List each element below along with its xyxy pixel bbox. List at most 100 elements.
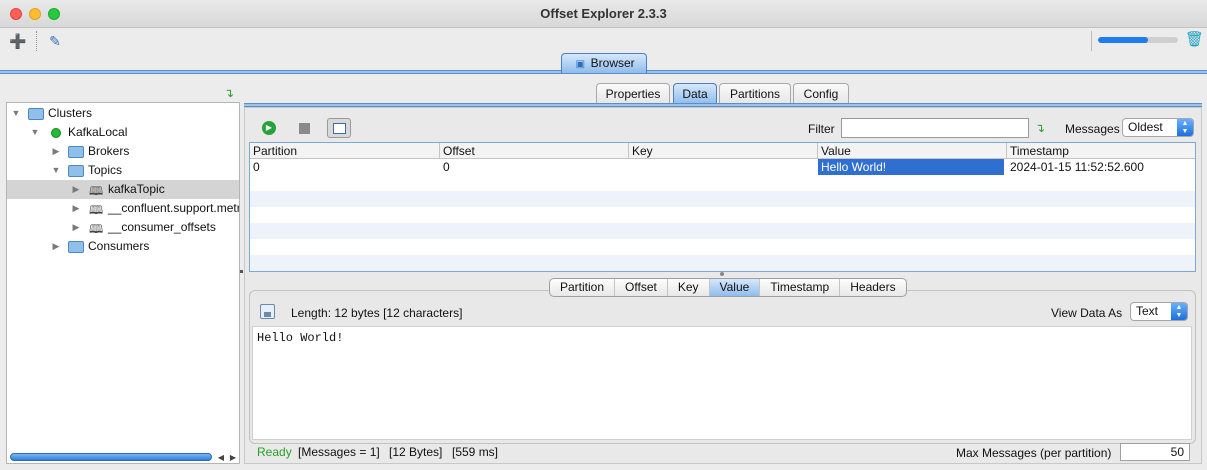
folder-icon <box>68 146 84 158</box>
cell-value: Hello World! <box>818 159 1004 175</box>
tree-item-confluent-support-metrics[interactable]: ▶ 🕮 __confluent.support.metrics <box>7 199 239 218</box>
play-icon[interactable]: ▶ <box>262 121 276 135</box>
empty-row <box>250 255 1195 271</box>
detail-tab-value[interactable]: Value <box>709 279 761 296</box>
collapse-arrow-icon[interactable]: ▶ <box>71 180 81 199</box>
column-header-value[interactable]: Value <box>818 143 1007 159</box>
max-messages-label: Max Messages (per partition) <box>956 446 1112 460</box>
status-bytes: [12 Bytes] <box>389 445 443 459</box>
tab-partitions[interactable]: Partitions <box>719 83 791 104</box>
messages-label: Messages <box>1065 122 1120 136</box>
tree-horizontal-scrollbar[interactable] <box>10 453 212 461</box>
tab-properties[interactable]: Properties <box>596 83 670 104</box>
tree-item-kafkalocal[interactable]: ▼ KafkaLocal <box>7 123 239 142</box>
apply-filter-icon[interactable]: ↴ <box>1035 121 1045 135</box>
column-header-key[interactable]: Key <box>629 143 818 159</box>
tree-item-label: __consumer_offsets <box>108 220 216 234</box>
tab-browser[interactable]: ▣ Browser <box>561 53 647 73</box>
detail-tab-offset[interactable]: Offset <box>615 279 668 296</box>
tree-item-label: Brokers <box>88 144 130 158</box>
tree-item-consumer-offsets[interactable]: ▶ 🕮 __consumer_offsets <box>7 218 239 237</box>
stop-icon[interactable] <box>299 123 310 134</box>
add-connection-icon[interactable]: ➕ <box>8 32 28 50</box>
splitter-grip-icon <box>720 272 724 276</box>
tree-item-label: Consumers <box>88 239 150 253</box>
folder-icon <box>68 241 84 253</box>
progress-bar <box>1098 37 1178 43</box>
tab-data[interactable]: Data <box>673 83 717 104</box>
status-time: [559 ms] <box>452 445 499 459</box>
status-messages: [Messages = 1] <box>298 445 380 459</box>
table-detail-splitter[interactable] <box>249 272 1196 276</box>
tree-item-label: Clusters <box>48 106 93 120</box>
detail-tab-key[interactable]: Key <box>668 279 710 296</box>
pane-splitter[interactable] <box>240 270 243 273</box>
collapse-arrow-icon[interactable]: ▶ <box>51 237 61 256</box>
collapse-arrow-icon[interactable]: ▶ <box>71 218 81 237</box>
detail-tab-timestamp[interactable]: Timestamp <box>760 279 841 296</box>
tab-browser-label: Browser <box>590 56 635 70</box>
edit-settings-icon[interactable]: ✎ <box>45 32 65 50</box>
toolbar-separator <box>1091 31 1092 51</box>
expand-arrow-icon[interactable]: ▼ <box>51 161 61 180</box>
column-header-timestamp[interactable]: Timestamp <box>1007 143 1195 159</box>
save-icon[interactable] <box>260 304 275 319</box>
tree-item-label: KafkaLocal <box>68 125 128 139</box>
expand-arrow-icon[interactable]: ▼ <box>30 123 40 142</box>
connected-status-icon <box>51 128 61 138</box>
tree-item-label: __confluent.support.metrics <box>108 201 239 215</box>
tree-item-kafkatopic[interactable]: ▶ 🕮 kafkaTopic <box>7 180 239 199</box>
view-data-as-label: View Data As <box>1051 306 1123 320</box>
messages-select-value: Oldest <box>1128 120 1163 134</box>
topic-book-icon: 🕮 <box>89 203 104 217</box>
cell-timestamp: 2024-01-15 11:52:52.600 <box>1010 160 1144 174</box>
chevron-updown-icon: ▲ ▼ <box>1177 119 1193 136</box>
column-header-partition[interactable]: Partition <box>250 143 440 159</box>
folder-icon <box>28 108 44 120</box>
refresh-tree-icon[interactable]: ↴ <box>224 86 234 100</box>
main-toolbar <box>0 28 1207 54</box>
tab-config[interactable]: Config <box>793 83 849 104</box>
tree-item-label: kafkaTopic <box>108 182 165 196</box>
scroll-left-icon[interactable]: ◀ <box>215 452 227 463</box>
progress-fill <box>1098 37 1148 43</box>
folder-icon <box>68 165 84 177</box>
collapse-arrow-icon[interactable]: ▶ <box>71 199 81 218</box>
topic-book-icon: 🕮 <box>89 222 104 236</box>
empty-row <box>250 223 1195 239</box>
scroll-right-icon[interactable]: ▶ <box>227 452 239 463</box>
browser-tab-icon: ▣ <box>575 59 586 70</box>
tree-item-consumers[interactable]: ▶ Consumers <box>7 237 239 256</box>
toolbar-separator <box>36 31 37 51</box>
expand-arrow-icon[interactable]: ▼ <box>11 104 21 123</box>
window-icon <box>333 123 346 134</box>
detail-tab-headers[interactable]: Headers <box>840 279 905 296</box>
window-title: Offset Explorer 2.3.3 <box>540 6 667 21</box>
detail-tab-partition[interactable]: Partition <box>550 279 616 296</box>
tree-item-clusters[interactable]: ▼ Clusters <box>7 104 239 123</box>
max-messages-input[interactable]: 50 <box>1120 443 1190 461</box>
topic-book-icon: 🕮 <box>89 184 104 198</box>
value-content-area[interactable]: Hello World! <box>252 326 1192 440</box>
cell-key <box>629 159 818 175</box>
tree-item-topics[interactable]: ▼ Topics <box>7 161 239 180</box>
filter-label: Filter <box>808 122 835 136</box>
object-tree: ▼ Clusters ▼ KafkaLocal ▶ Brokers ▼ Topi… <box>6 102 240 464</box>
trash-icon[interactable]: 🗑 <box>1185 31 1204 49</box>
filter-input[interactable] <box>841 118 1029 138</box>
collapse-arrow-icon[interactable]: ▶ <box>51 142 61 161</box>
status-state: Ready <box>257 445 292 459</box>
view-toggle-button[interactable] <box>327 118 351 138</box>
cell-offset: 0 <box>443 160 450 174</box>
view-data-as-value: Text <box>1136 304 1159 318</box>
empty-row <box>250 191 1195 207</box>
tree-item-label: Topics <box>88 163 123 177</box>
messages-select[interactable]: Oldest ▲ ▼ <box>1122 118 1194 137</box>
chevron-updown-icon: ▲ ▼ <box>1171 303 1187 320</box>
cell-partition: 0 <box>253 160 260 174</box>
messages-table: Partition Offset Key Value Timestamp 0 0… <box>249 142 1196 272</box>
tree-item-brokers[interactable]: ▶ Brokers <box>7 142 239 161</box>
length-label: Length: 12 bytes [12 characters] <box>291 306 463 320</box>
column-header-offset[interactable]: Offset <box>440 143 629 159</box>
view-data-as-select[interactable]: Text ▲ ▼ <box>1130 302 1188 321</box>
